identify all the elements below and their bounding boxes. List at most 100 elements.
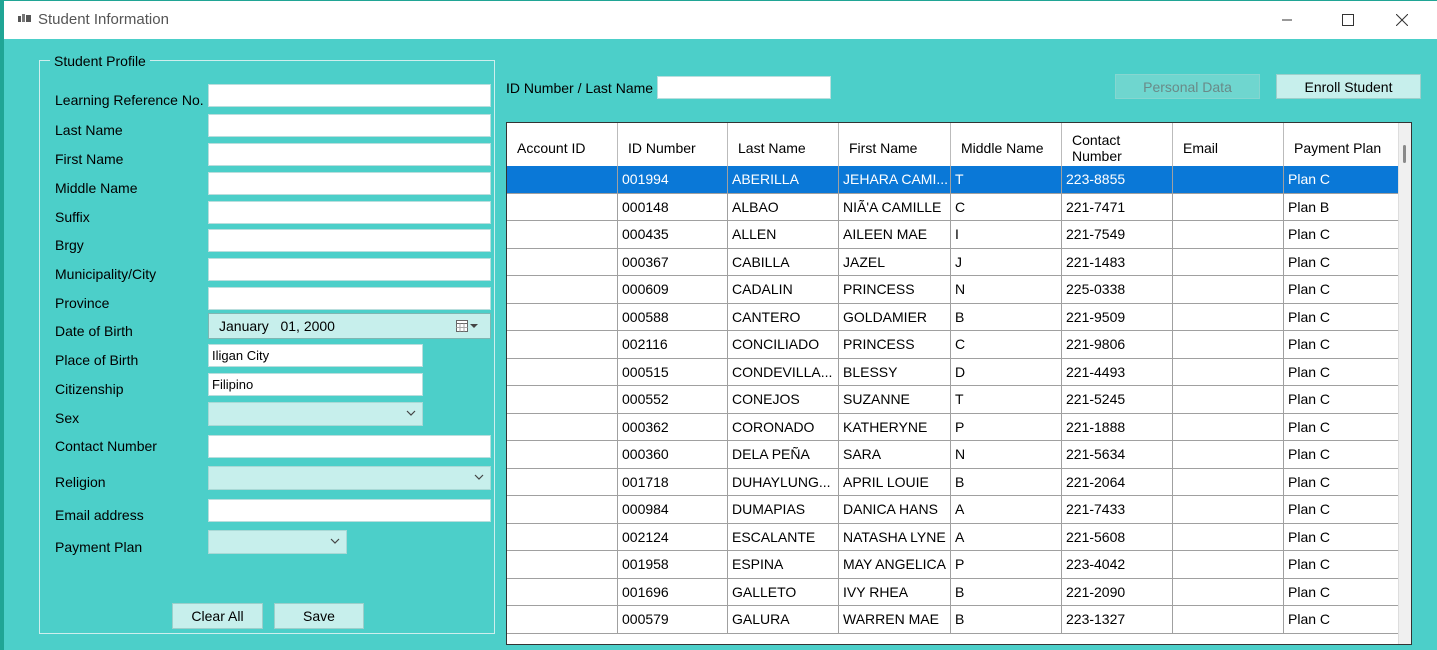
app-icon bbox=[18, 14, 31, 22]
table-cell: SUZANNE bbox=[839, 386, 951, 413]
table-row[interactable]: 002124 ESCALANTE NATASHA LYNE A 221-5608 Plan… bbox=[507, 523, 1400, 551]
table-cell: P bbox=[951, 413, 1062, 440]
table-row[interactable]: 000360 DELA PEÑA SARA N 221-5634 Plan C bbox=[507, 441, 1400, 469]
table-cell: B bbox=[951, 303, 1062, 330]
brgy-input[interactable] bbox=[208, 229, 491, 252]
dob-value: January 01, 2000 bbox=[219, 318, 335, 334]
save-button[interactable]: Save bbox=[274, 603, 364, 629]
personal-data-button[interactable]: Personal Data bbox=[1115, 74, 1260, 99]
religion-select[interactable] bbox=[208, 466, 491, 490]
table-cell bbox=[507, 331, 618, 358]
table-cell: Plan C bbox=[1284, 303, 1400, 330]
table-cell: CADALIN bbox=[728, 276, 839, 303]
column-header[interactable]: First Name bbox=[839, 123, 951, 166]
table-row[interactable]: 000148 ALBAO NIÃ'A CAMILLE C 221-7471 Plan B bbox=[507, 193, 1400, 221]
search-input[interactable] bbox=[657, 76, 831, 99]
column-header[interactable]: Email bbox=[1173, 123, 1284, 166]
citizenship-input[interactable] bbox=[208, 373, 423, 396]
table-row[interactable]: 000984 DUMAPIAS DANICA HANS A 221-7433 Plan C bbox=[507, 496, 1400, 524]
table-cell: 000588 bbox=[618, 303, 728, 330]
sex-select[interactable] bbox=[208, 402, 423, 426]
table-row[interactable]: 001994 ABERILLA JEHARA CAMI... T 223-8855 Pla… bbox=[507, 166, 1400, 194]
table-row[interactable]: 000579 GALURA WARREN MAE B 223-1327 Plan C bbox=[507, 606, 1400, 634]
table-cell: D bbox=[951, 358, 1062, 385]
column-header[interactable]: Middle Name bbox=[951, 123, 1062, 166]
table-row[interactable]: 000435 ALLEN AILEEN MAE I 221-7549 Plan C bbox=[507, 221, 1400, 249]
table-row[interactable]: 000362 CORONADO KATHERYNE P 221-1888 Plan C bbox=[507, 413, 1400, 441]
table-cell: 002124 bbox=[618, 523, 728, 550]
dob-date-picker[interactable]: January 01, 2000 bbox=[208, 313, 491, 339]
first-name-input[interactable] bbox=[208, 143, 491, 166]
calendar-dropdown-icon[interactable] bbox=[456, 319, 480, 333]
table-cell: Plan C bbox=[1284, 578, 1400, 605]
close-icon bbox=[1396, 14, 1408, 26]
table-cell: 000362 bbox=[618, 413, 728, 440]
table-row[interactable]: 001958 ESPINA MAY ANGELICA P 223-4042 Plan C bbox=[507, 551, 1400, 579]
table-cell bbox=[1173, 496, 1284, 523]
table-row[interactable]: 002116 CONCILIADO PRINCESS C 221-9806 Plan C bbox=[507, 331, 1400, 359]
table-row[interactable]: 000367 CABILLA JAZEL J 221-1483 Plan C bbox=[507, 248, 1400, 276]
last-name-input[interactable] bbox=[208, 114, 491, 137]
chevron-down-icon bbox=[474, 474, 484, 480]
maximize-button[interactable] bbox=[1325, 5, 1371, 35]
email-input[interactable] bbox=[208, 499, 491, 522]
column-header[interactable]: Account ID bbox=[507, 123, 618, 166]
vertical-scrollbar[interactable] bbox=[1398, 123, 1411, 644]
table-cell: 221-7433 bbox=[1062, 496, 1173, 523]
column-header[interactable]: Last Name bbox=[728, 123, 839, 166]
middle-name-input[interactable] bbox=[208, 172, 491, 195]
clear-all-button[interactable]: Clear All bbox=[172, 603, 263, 629]
table-row[interactable]: 000588 CANTERO GOLDAMIER B 221-9509 Plan C bbox=[507, 303, 1400, 331]
table-row[interactable]: 001696 GALLETO IVY RHEA B 221-2090 Plan C bbox=[507, 578, 1400, 606]
table-cell: 000579 bbox=[618, 606, 728, 633]
column-header[interactable]: Payment Plan bbox=[1284, 123, 1400, 166]
close-button[interactable] bbox=[1379, 5, 1425, 35]
table-cell: 221-9806 bbox=[1062, 331, 1173, 358]
table-cell bbox=[507, 386, 618, 413]
municipality-input[interactable] bbox=[208, 258, 491, 281]
table-cell: 001994 bbox=[618, 166, 728, 193]
payment-plan-label: Payment Plan bbox=[55, 539, 143, 555]
table-cell bbox=[507, 358, 618, 385]
table-cell: 000148 bbox=[618, 193, 728, 220]
student-profile-legend: Student Profile bbox=[50, 53, 150, 69]
payment-plan-select[interactable] bbox=[208, 530, 347, 554]
middle-name-label: Middle Name bbox=[55, 180, 138, 196]
place-of-birth-input[interactable] bbox=[208, 344, 423, 367]
table-cell: DANICA HANS bbox=[839, 496, 951, 523]
enroll-student-button[interactable]: Enroll Student bbox=[1276, 74, 1421, 99]
lrn-input[interactable] bbox=[208, 84, 491, 107]
table-cell: 221-7549 bbox=[1062, 221, 1173, 248]
table-cell: N bbox=[951, 441, 1062, 468]
table-cell: 221-2064 bbox=[1062, 468, 1173, 495]
province-label: Province bbox=[55, 295, 110, 311]
table-cell bbox=[507, 303, 618, 330]
column-header[interactable]: ID Number bbox=[618, 123, 728, 166]
table-row[interactable]: 000609 CADALIN PRINCESS N 225-0338 Plan C bbox=[507, 276, 1400, 304]
contact-number-input[interactable] bbox=[208, 435, 491, 458]
table-cell: 223-8855 bbox=[1062, 166, 1173, 193]
suffix-input[interactable] bbox=[208, 201, 491, 224]
table-cell: Plan C bbox=[1284, 413, 1400, 440]
scrollbar-thumb[interactable] bbox=[1403, 145, 1406, 163]
table-cell: 221-2090 bbox=[1062, 578, 1173, 605]
province-input[interactable] bbox=[208, 287, 491, 310]
students-table[interactable]: Account ID ID Number Last Name First Name Mi… bbox=[506, 122, 1412, 645]
column-header[interactable]: Contact Number bbox=[1062, 123, 1173, 166]
title-bar[interactable]: Student Information bbox=[4, 1, 1437, 39]
table-cell bbox=[1173, 551, 1284, 578]
table-cell: Plan C bbox=[1284, 276, 1400, 303]
table-cell bbox=[1173, 331, 1284, 358]
table-cell: I bbox=[951, 221, 1062, 248]
table-row[interactable]: 001718 DUHAYLUNG... APRIL LOUIE B 221-2064 Pl… bbox=[507, 468, 1400, 496]
table-cell: 221-1888 bbox=[1062, 413, 1173, 440]
table-row[interactable]: 000515 CONDEVILLA... BLESSY D 221-4493 Plan C bbox=[507, 358, 1400, 386]
table-body: 001994 ABERILLA JEHARA CAMI... T 223-8855 Pla… bbox=[507, 166, 1400, 634]
table-cell bbox=[507, 578, 618, 605]
table-cell bbox=[1173, 166, 1284, 193]
table-cell: Plan C bbox=[1284, 606, 1400, 633]
table-cell: A bbox=[951, 496, 1062, 523]
table-cell: 001696 bbox=[618, 578, 728, 605]
minimize-button[interactable] bbox=[1264, 5, 1310, 35]
table-row[interactable]: 000552 CONEJOS SUZANNE T 221-5245 Plan C bbox=[507, 386, 1400, 414]
